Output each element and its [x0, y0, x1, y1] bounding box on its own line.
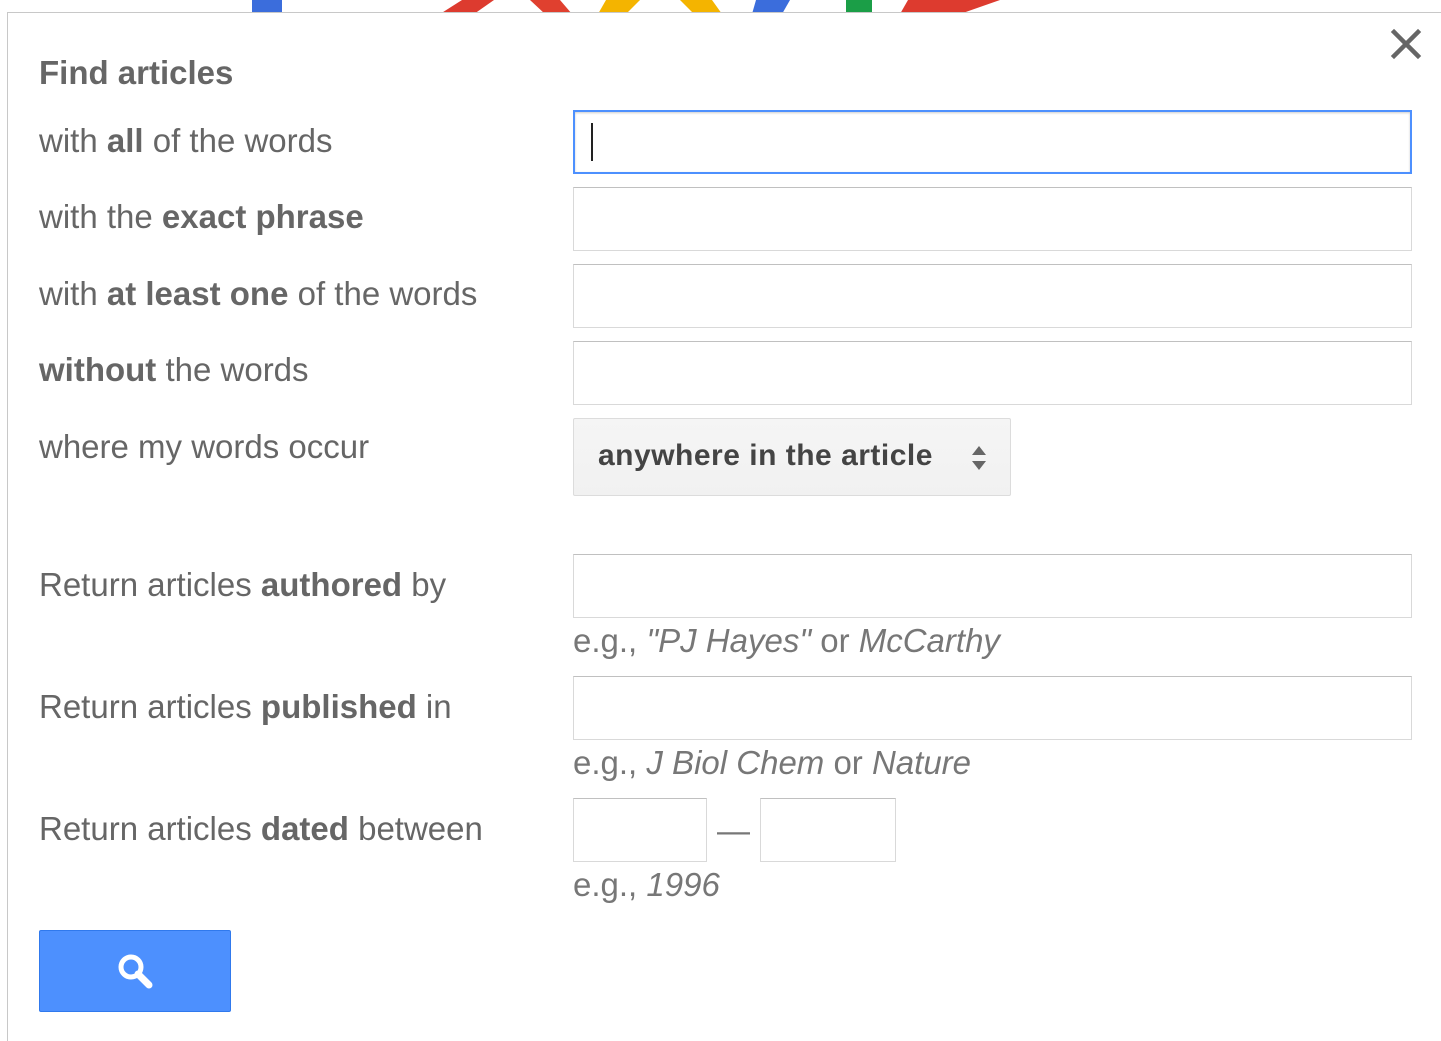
dated-between-label: Return articles dated between [39, 810, 483, 847]
exact-phrase-input[interactable] [573, 187, 1412, 251]
at-least-one-input[interactable] [573, 264, 1412, 328]
words-occur-label: where my words occur [39, 428, 370, 465]
year-to-input[interactable] [760, 798, 896, 862]
search-button[interactable] [39, 930, 231, 1012]
publication-input[interactable] [573, 676, 1412, 740]
publication-hint: e.g., J Biol Chem or Nature [573, 744, 972, 781]
date-range-dash: — [717, 812, 750, 849]
author-hint: e.g., "PJ Hayes" or McCarthy [573, 622, 1000, 659]
search-icon [118, 954, 153, 989]
text-cursor [591, 123, 593, 161]
authored-by-label: Return articles authored by [39, 566, 447, 603]
date-hint: e.g., 1996 [573, 866, 720, 903]
words-occur-selected-value: anywhere in the article [598, 439, 933, 472]
close-icon[interactable] [1384, 22, 1428, 66]
at-least-one-label: with at least one of the words [39, 275, 478, 312]
words-occur-select[interactable]: anywhere in the article [573, 418, 1011, 496]
up-down-arrows-icon [972, 446, 986, 470]
all-words-label: with all of the words [39, 122, 333, 159]
scholar-advanced-search-page: Find articles with all of the words with… [0, 0, 1441, 1041]
all-words-input[interactable] [573, 110, 1412, 174]
published-in-label: Return articles published in [39, 688, 452, 725]
exact-phrase-label: with the exact phrase [39, 198, 364, 235]
dialog-title: Find articles [39, 54, 234, 91]
without-words-input[interactable] [573, 341, 1412, 405]
author-input[interactable] [573, 554, 1412, 618]
year-from-input[interactable] [573, 798, 707, 862]
without-words-label: without the words [39, 351, 309, 388]
